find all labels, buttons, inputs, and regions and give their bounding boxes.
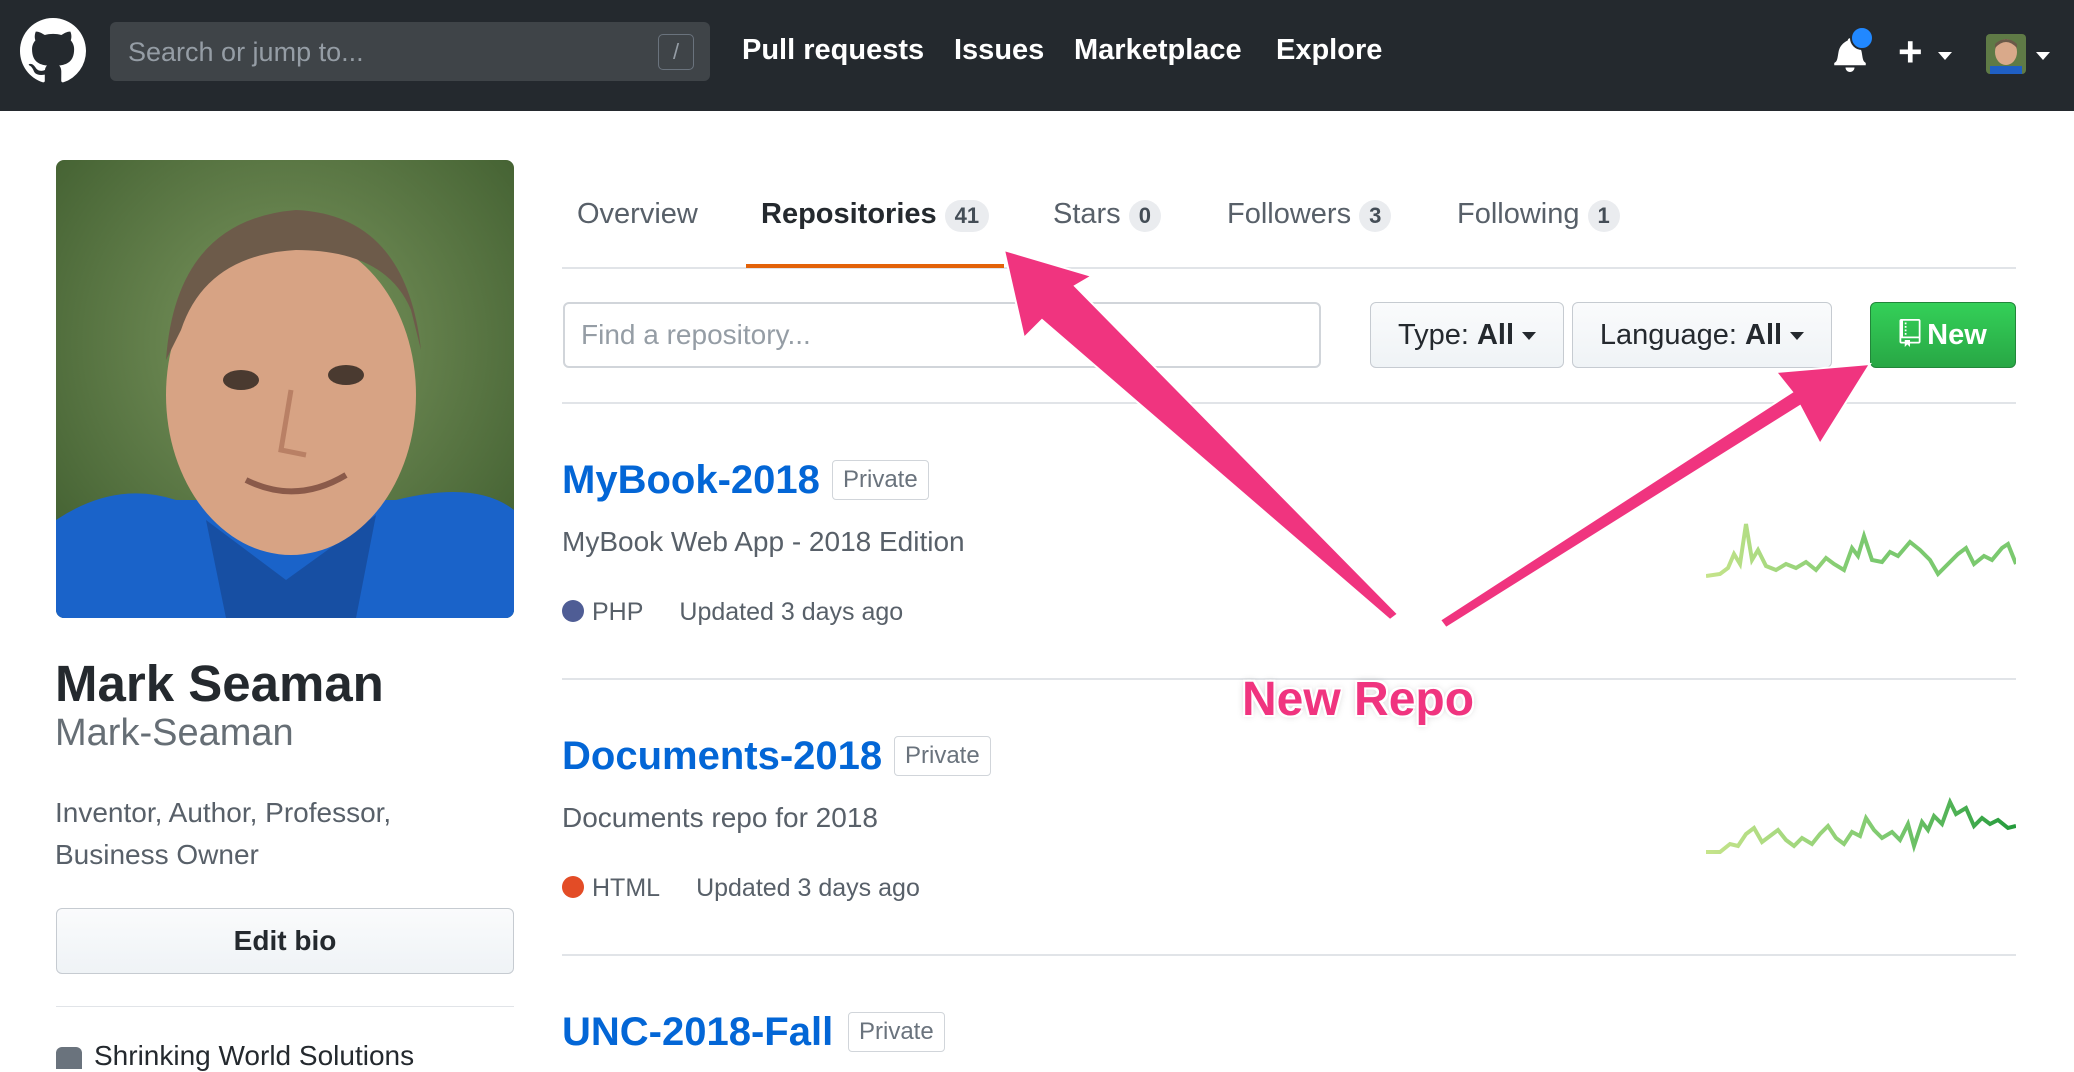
language-filter-value: All bbox=[1745, 318, 1783, 351]
create-menu-caret-icon[interactable] bbox=[1938, 52, 1952, 60]
repo-book-icon bbox=[1899, 318, 1921, 347]
tab-counter: 0 bbox=[1128, 200, 1161, 232]
organization-name: Shrinking World Solutions bbox=[94, 1040, 415, 1071]
profile-organization: Shrinking World Solutions bbox=[56, 1040, 414, 1072]
global-search[interactable]: / bbox=[110, 22, 710, 83]
chevron-down-icon bbox=[1522, 331, 1537, 340]
repo-meta: HTML Updated 3 days ago bbox=[562, 874, 920, 903]
user-menu-caret-icon[interactable] bbox=[2036, 52, 2050, 60]
language-filter-label: Language: bbox=[1599, 318, 1737, 351]
nav-pull-requests[interactable]: Pull requests bbox=[742, 34, 924, 67]
repo-link[interactable]: MyBook-2018 bbox=[562, 458, 820, 503]
edit-bio-button[interactable]: Edit bio bbox=[56, 908, 514, 974]
tab-label: Overview bbox=[577, 198, 698, 230]
tab-counter: 41 bbox=[944, 200, 990, 232]
language-color-dot bbox=[562, 876, 584, 899]
tab-repositories[interactable]: Repositories 41 bbox=[761, 198, 990, 232]
plus-icon[interactable]: + bbox=[1898, 31, 1923, 73]
profile-name: Mark Seaman bbox=[55, 655, 384, 712]
active-tab-indicator bbox=[746, 264, 1004, 268]
nav-issues[interactable]: Issues bbox=[954, 34, 1044, 67]
new-button-label: New bbox=[1927, 318, 1987, 351]
activity-sparkline bbox=[1706, 523, 2016, 578]
chevron-down-icon bbox=[1790, 331, 1805, 340]
profile-login: Mark-Seaman bbox=[55, 712, 294, 754]
type-filter-button[interactable]: Type: All bbox=[1370, 302, 1564, 368]
header-avatar[interactable] bbox=[1986, 34, 2026, 74]
repo-updated: Updated 3 days ago bbox=[696, 874, 920, 902]
repo-link[interactable]: Documents-2018 bbox=[562, 734, 882, 779]
profile-bio: Inventor, Author, Professor, Business Ow… bbox=[55, 797, 392, 870]
type-filter-label: Type: bbox=[1397, 318, 1469, 351]
search-shortcut-hint: / bbox=[658, 34, 694, 70]
repo-description: Documents repo for 2018 bbox=[562, 802, 878, 833]
top-header: / Pull requests Issues Marketplace Explo… bbox=[0, 0, 2074, 111]
activity-sparkline bbox=[1706, 796, 2016, 854]
tab-followers[interactable]: Followers 3 bbox=[1227, 198, 1392, 232]
repo-link[interactable]: UNC-2018-Fall bbox=[562, 1010, 833, 1055]
list-divider bbox=[562, 954, 2016, 956]
tab-counter: 3 bbox=[1359, 200, 1392, 232]
tab-counter: 1 bbox=[1587, 200, 1620, 232]
type-filter-value: All bbox=[1476, 318, 1515, 351]
list-divider bbox=[562, 402, 2016, 404]
tab-label: Stars bbox=[1053, 198, 1121, 230]
find-repository-input[interactable] bbox=[563, 302, 1321, 368]
visibility-badge: Private bbox=[894, 736, 991, 776]
tab-stars[interactable]: Stars 0 bbox=[1053, 198, 1161, 232]
repo-language: PHP bbox=[592, 598, 644, 626]
tab-label: Repositories bbox=[761, 198, 937, 230]
tab-label: Following bbox=[1457, 198, 1580, 230]
sidebar-divider bbox=[56, 1006, 514, 1007]
tab-following[interactable]: Following 1 bbox=[1457, 198, 1620, 232]
tab-overview[interactable]: Overview bbox=[577, 198, 698, 231]
repo-updated: Updated 3 days ago bbox=[679, 598, 904, 626]
repo-description: MyBook Web App - 2018 Edition bbox=[562, 526, 965, 557]
profile-photo[interactable] bbox=[56, 160, 514, 618]
nav-marketplace[interactable]: Marketplace bbox=[1074, 34, 1242, 67]
visibility-badge: Private bbox=[848, 1012, 945, 1052]
visibility-badge: Private bbox=[832, 460, 929, 500]
notification-unread-dot bbox=[1850, 26, 1874, 50]
annotation-label: New Repo bbox=[1242, 673, 1475, 726]
repo-language: HTML bbox=[592, 874, 661, 902]
search-input[interactable] bbox=[126, 22, 630, 83]
tab-label: Followers bbox=[1227, 198, 1352, 230]
repo-meta: PHP Updated 3 days ago bbox=[562, 598, 903, 627]
github-logo-icon[interactable] bbox=[20, 18, 86, 84]
language-color-dot bbox=[562, 600, 584, 623]
language-filter-button[interactable]: Language: All bbox=[1572, 302, 1832, 368]
new-repository-button[interactable]: New bbox=[1870, 302, 2016, 368]
nav-explore[interactable]: Explore bbox=[1276, 34, 1382, 67]
organization-icon bbox=[56, 1046, 82, 1069]
